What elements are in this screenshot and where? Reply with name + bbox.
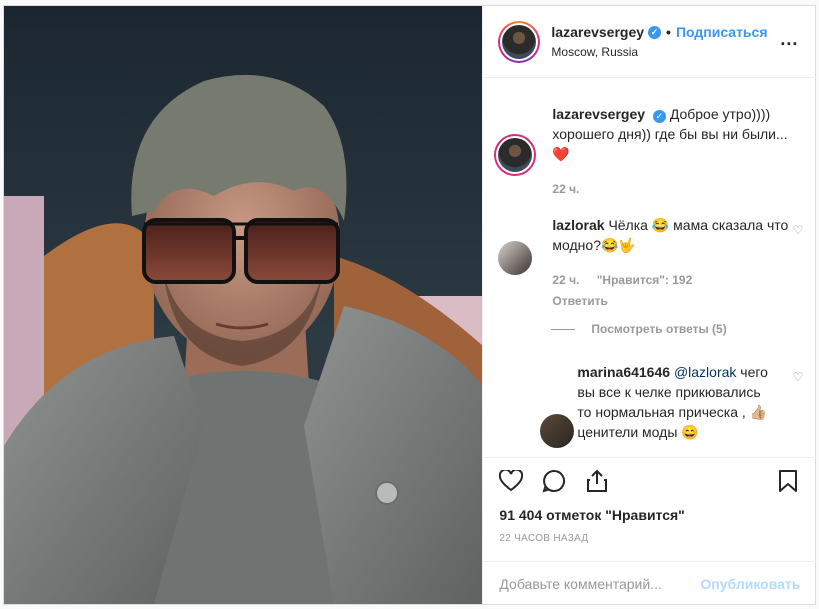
heart-icon[interactable] [497,467,525,495]
post-photo[interactable] [4,6,483,604]
reply-username[interactable]: marina641646 [577,364,670,380]
comment-input[interactable] [499,575,701,592]
likes-count[interactable]: 91 404 отметок "Нравится" [499,507,684,523]
post-sidebar: lazarevsergey ✓ • Подписаться Moscow, Ru… [482,6,817,605]
caption-avatar[interactable] [494,134,537,176]
caption-time[interactable]: 22 ч. [552,182,802,196]
heart-small-icon[interactable]: ♡ [793,370,804,384]
commenter-avatar[interactable] [498,241,533,275]
comments-list[interactable]: lazarevsergey ✓ Доброе утро)))) хорошего… [483,79,816,457]
comment-username[interactable]: lazlorak [552,217,604,233]
view-replies-button[interactable]: Посмотреть ответы (5) [551,322,727,336]
selfie-image [4,6,483,604]
author-avatar[interactable] [498,20,541,63]
instagram-post: lazarevsergey ✓ • Подписаться Moscow, Ru… [3,5,817,605]
author-username[interactable]: lazarevsergey [551,24,644,40]
comment-icon[interactable] [540,467,568,495]
heart-small-icon[interactable]: ♡ [793,223,804,237]
post-header: lazarevsergey ✓ • Подписаться Moscow, Ru… [483,6,817,78]
caption-username[interactable]: lazarevsergey [552,106,645,122]
post-actions: 91 404 отметок "Нравится" 22 ЧАСОВ НАЗАД… [483,457,817,605]
posted-time[interactable]: 22 ЧАСОВ НАЗАД [499,533,588,544]
follow-button[interactable]: Подписаться [676,24,768,40]
verified-icon: ✓ [648,25,662,39]
publish-button[interactable]: Опубликовать [700,576,800,592]
comment-time[interactable]: 22 ч. [552,273,579,287]
comment-likes[interactable]: "Нравится": 192 [597,273,693,287]
caption-emoji: ❤️ [552,146,570,162]
verified-icon: ✓ [652,110,666,123]
share-icon[interactable] [583,467,611,495]
more-icon[interactable]: ... [780,30,798,48]
reply-button[interactable]: Ответить [552,291,802,311]
replies-divider-line [551,328,576,330]
bookmark-icon[interactable] [774,467,802,495]
post-location[interactable]: Moscow, Russia [551,45,767,59]
reply-mention[interactable]: @lazlorak [674,364,736,380]
add-comment-bar: Опубликовать [483,561,817,605]
separator-dot: • [666,24,671,40]
view-replies-label[interactable]: Посмотреть ответы (5) [591,322,726,336]
reply-avatar[interactable] [540,414,575,448]
